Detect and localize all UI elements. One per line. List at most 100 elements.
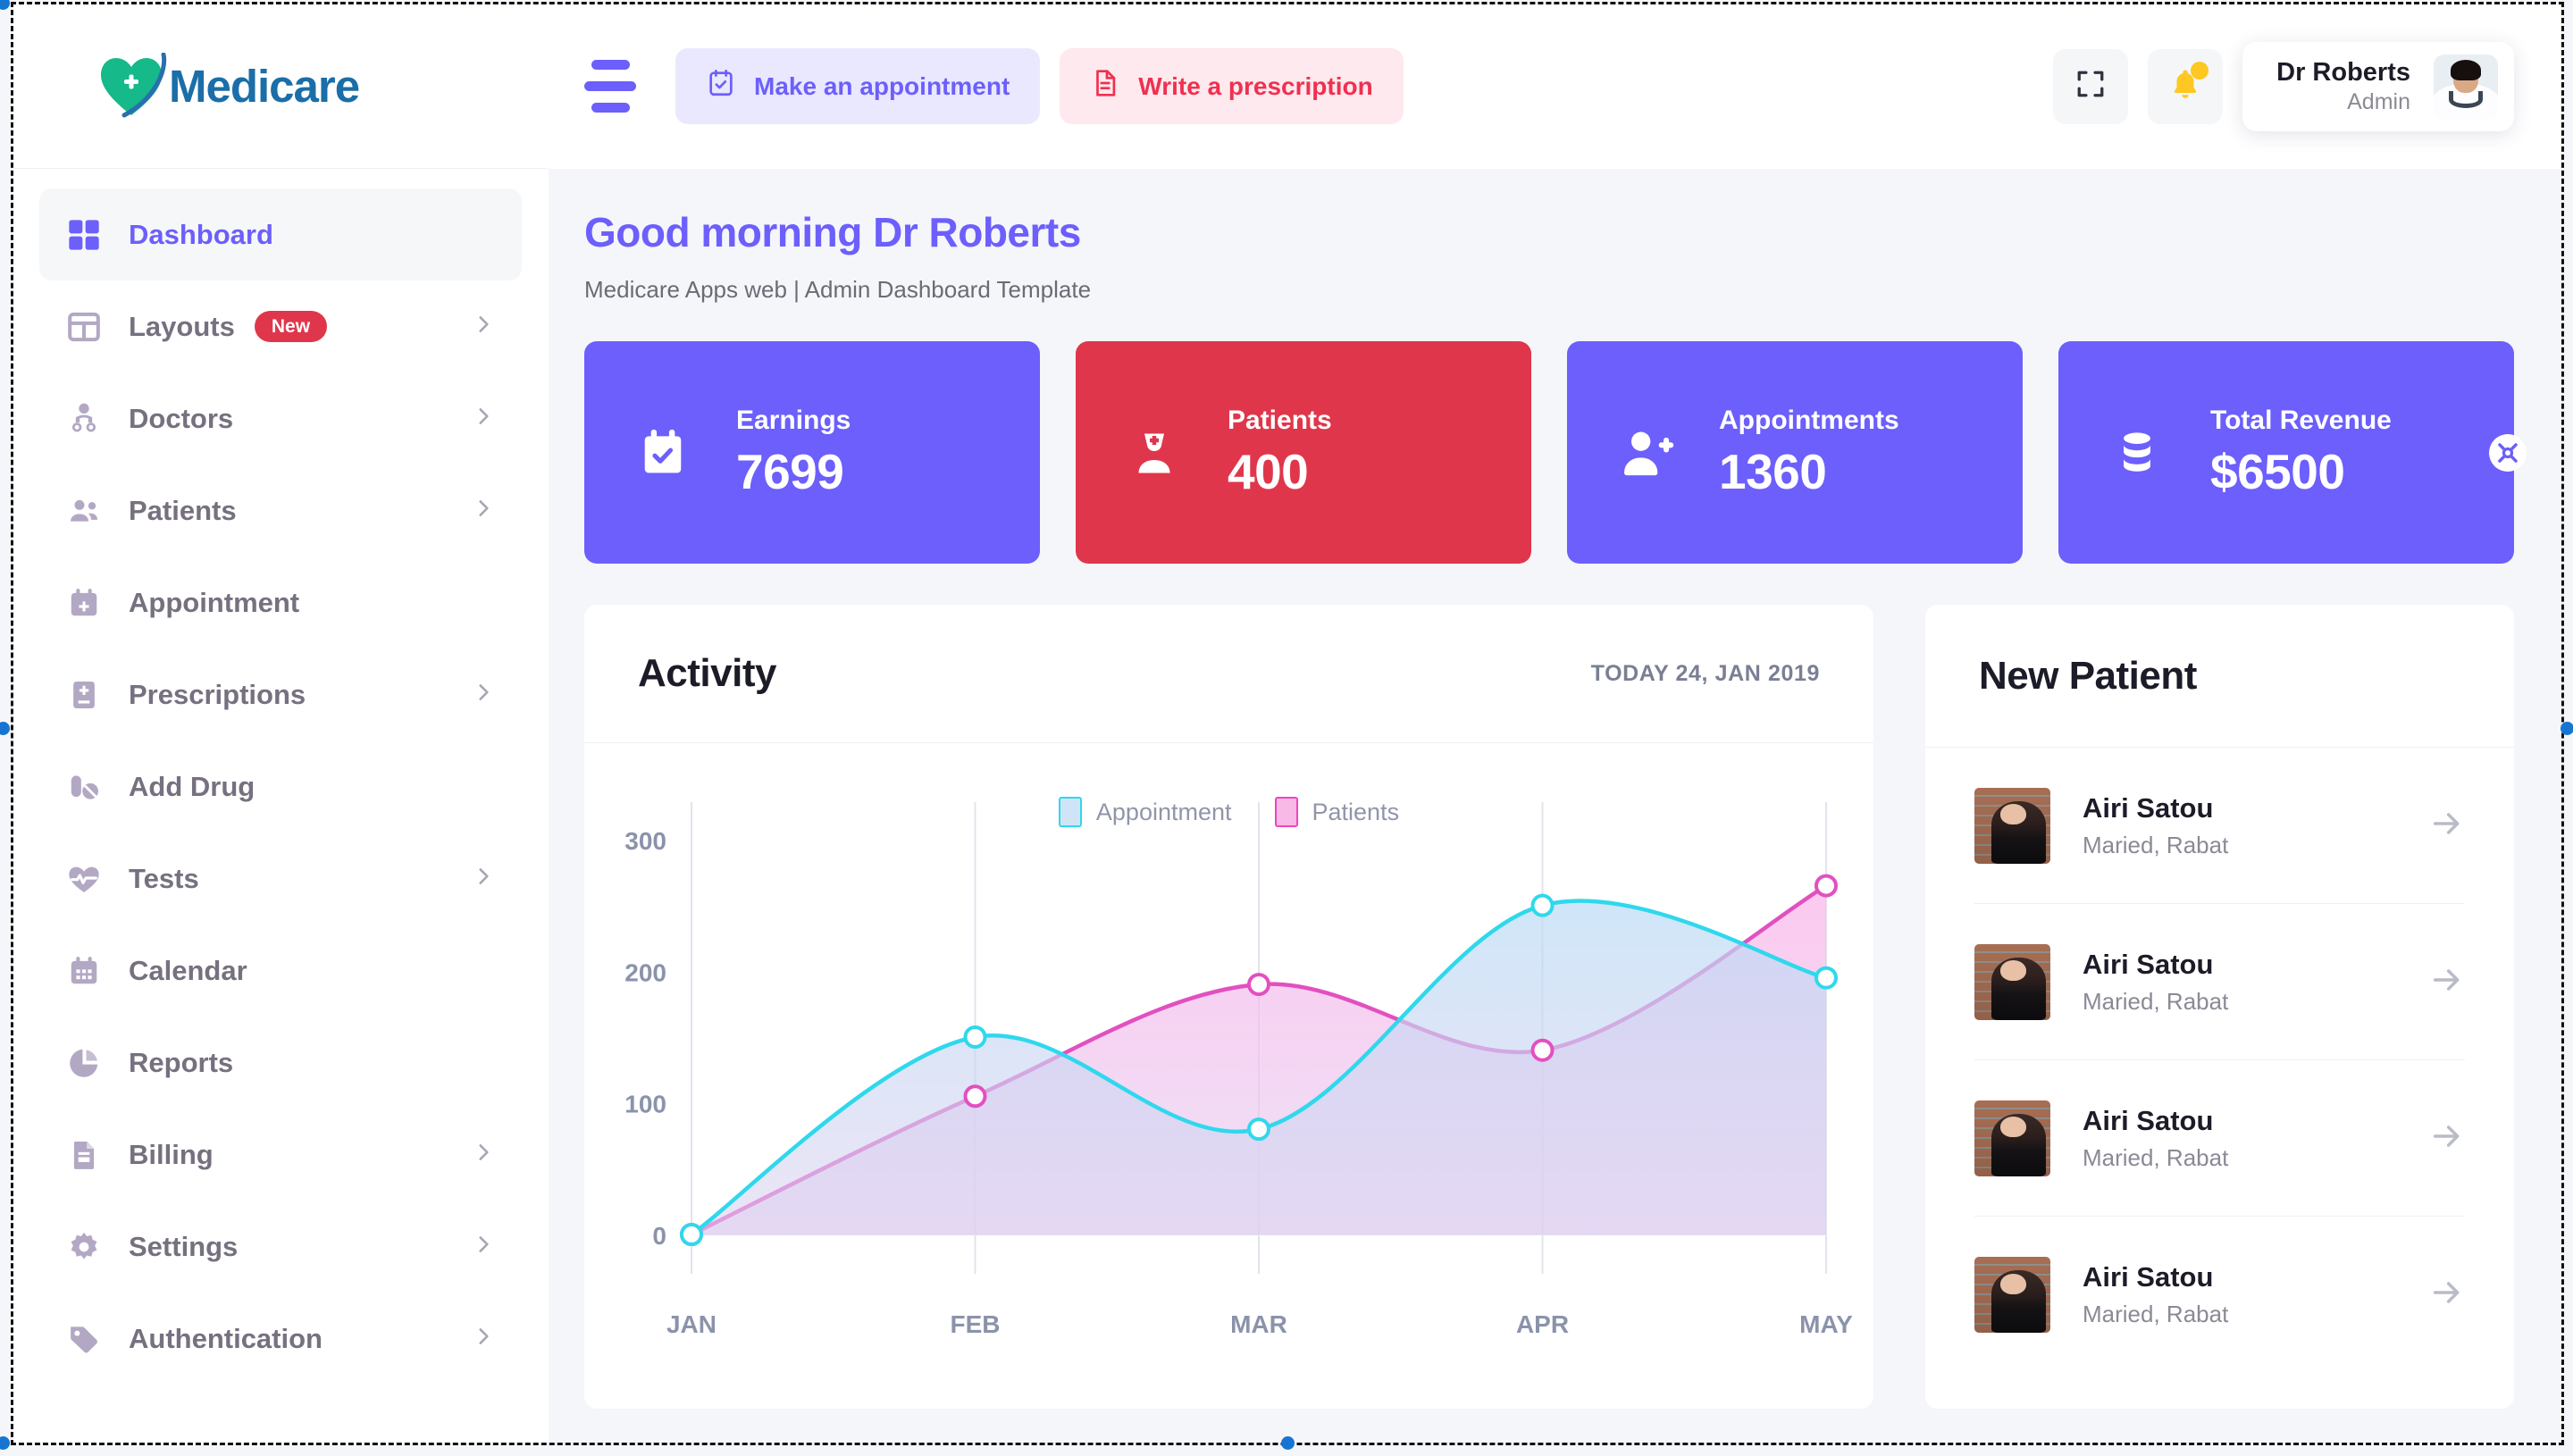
avatar [1974, 1100, 2050, 1176]
sidebar-item-billing[interactable]: Billing [39, 1109, 522, 1201]
stat-value: 400 [1228, 443, 1309, 499]
sidebar-item-tests[interactable]: Tests [39, 833, 522, 925]
patient-name: Airi Satou [2083, 1104, 2214, 1136]
stat-card-total-revenue[interactable]: Total Revenue $6500 [2058, 341, 2527, 564]
stat-card-patients[interactable]: Patients 400 [1076, 341, 1531, 564]
list-item[interactable]: Airi Satou Maried, Rabat [1974, 904, 2465, 1060]
page-content: Good morning Dr Roberts Medicare Apps we… [549, 169, 2560, 1409]
topbar-right-controls: Dr Roberts Admin [2053, 41, 2514, 131]
sidebar-item-label: Appointment [129, 586, 300, 618]
medicare-heart-logo-icon [97, 52, 167, 119]
sidebar-item-appointment[interactable]: Appointment [39, 556, 522, 649]
svg-text:0: 0 [652, 1222, 666, 1250]
arrow-right-icon[interactable] [2429, 1118, 2465, 1159]
arrow-right-icon[interactable] [2429, 806, 2465, 846]
chevron-right-icon [472, 1325, 495, 1352]
sidebar-item-label: Add Drug [129, 770, 256, 802]
sidebar-item-layouts[interactable]: Layouts New [39, 280, 522, 372]
patient-name: Airi Satou [2083, 948, 2214, 980]
sidebar-item-label: Calendar [129, 954, 247, 986]
list-item[interactable]: Airi Satou Maried, Rabat [1974, 748, 2465, 904]
hamburger-icon[interactable] [584, 60, 636, 113]
selection-handle[interactable] [2560, 722, 2573, 735]
make-appointment-button[interactable]: Make an appointment [675, 48, 1041, 124]
activity-header: Activity TODAY 24, JAN 2019 [584, 605, 1873, 743]
selection-handle[interactable] [0, 1436, 10, 1450]
user-role: Admin [2347, 89, 2410, 114]
stat-card-earnings[interactable]: Earnings 7699 [584, 341, 1040, 564]
close-icon[interactable] [2489, 433, 2527, 472]
stat-card-appointments[interactable]: Appointments 1360 [1567, 341, 2023, 564]
arrow-right-icon[interactable] [2429, 1275, 2465, 1315]
page-subtitle: Medicare Apps web | Admin Dashboard Temp… [584, 276, 1092, 303]
sidebar-item-settings[interactable]: Settings [39, 1201, 522, 1293]
selection-handle[interactable] [1281, 1436, 1295, 1450]
sidebar-item-dashboard[interactable]: Dashboard [39, 188, 522, 280]
patient-info: Airi Satou Maried, Rabat [2083, 949, 2228, 1016]
new-patient-card: New Patient Airi Satou Maried, Rabat Airi … [1925, 605, 2514, 1409]
sidebar-item-doctors[interactable]: Doctors [39, 372, 522, 464]
sidebar-item-label: Layouts [129, 310, 235, 342]
chevron-right-icon [472, 313, 495, 340]
selection-handle[interactable] [0, 0, 10, 10]
sidebar-item-label: Reports [129, 1046, 234, 1078]
selection-handle[interactable] [0, 722, 10, 735]
document-icon [1090, 68, 1120, 105]
nurse-icon [1119, 426, 1190, 480]
sidebar-item-add-drug[interactable]: Add Drug [39, 741, 522, 833]
main-area: Make an appointment Write a prescription… [549, 4, 2560, 1443]
user-plus-icon [1610, 424, 1681, 481]
legend-label: Appointment [1095, 798, 1232, 825]
sidebar-item-calendar[interactable]: Calendar [39, 925, 522, 1017]
prescription-book-icon [64, 675, 104, 715]
legend-item-appointment[interactable]: Appointment [1058, 797, 1232, 827]
notifications-button[interactable] [2148, 48, 2224, 124]
sidebar-item-reports[interactable]: Reports [39, 1017, 522, 1109]
svg-text:MAR: MAR [1230, 1310, 1287, 1338]
brand-name: Medicare [169, 60, 360, 112]
svg-text:100: 100 [624, 1091, 666, 1118]
stat-title: Appointments [1719, 405, 1899, 435]
sidebar-item-label: Dashboard [129, 218, 273, 250]
calendar-plus-icon [64, 583, 104, 623]
sidebar-item-label: Tests [129, 862, 199, 894]
svg-text:APR: APR [1516, 1310, 1569, 1338]
chevron-right-icon [472, 497, 495, 524]
brand-logo[interactable]: Medicare [13, 4, 549, 169]
legend-item-patients[interactable]: Patients [1274, 797, 1399, 827]
list-item[interactable]: Airi Satou Maried, Rabat [1974, 1217, 2465, 1373]
grid-icon [64, 215, 104, 255]
svg-text:300: 300 [624, 827, 666, 855]
write-prescription-button[interactable]: Write a prescription [1060, 48, 1404, 124]
activity-card: Activity TODAY 24, JAN 2019 Appointment … [584, 605, 1873, 1409]
patient-detail: Maried, Rabat [2083, 987, 2229, 1015]
avatar [2434, 54, 2498, 119]
patient-info: Airi Satou Maried, Rabat [2083, 1105, 2228, 1172]
sidebar-item-patients[interactable]: Patients [39, 464, 522, 556]
patient-detail: Maried, Rabat [2083, 831, 2229, 858]
new-patient-list: Airi Satou Maried, Rabat Airi Satou Maried,… [1925, 748, 2514, 1373]
invoice-icon [64, 1135, 104, 1175]
activity-date: TODAY 24, JAN 2019 [1590, 660, 1820, 686]
list-item[interactable]: Airi Satou Maried, Rabat [1974, 1060, 2465, 1217]
stat-value: $6500 [2210, 443, 2345, 499]
doctor-icon [64, 399, 104, 439]
avatar [1974, 943, 2050, 1020]
sidebar-nav: Dashboard Layouts New Doctors Patients A… [13, 169, 549, 1385]
chevron-right-icon [472, 1141, 495, 1168]
chevron-right-icon [472, 405, 495, 432]
sidebar-item-authentication[interactable]: Authentication [39, 1293, 522, 1385]
fullscreen-button[interactable] [2053, 48, 2129, 124]
user-profile-menu[interactable]: Dr Roberts Admin [2242, 41, 2514, 131]
arrow-right-icon[interactable] [2429, 962, 2465, 1002]
stat-cards: Earnings 7699 Patients 400 Appointments … [584, 341, 2527, 564]
patient-detail: Maried, Rabat [2083, 1143, 2229, 1171]
svg-text:MAY: MAY [1799, 1310, 1853, 1338]
pie-chart-icon [64, 1043, 104, 1083]
sidebar-item-prescriptions[interactable]: Prescriptions [39, 649, 522, 741]
notification-dot [2191, 61, 2209, 79]
legend-swatch [1274, 797, 1298, 827]
svg-text:FEB: FEB [951, 1310, 1001, 1338]
chart-legend: Appointment Patients [584, 797, 1873, 827]
svg-text:JAN: JAN [666, 1310, 717, 1338]
